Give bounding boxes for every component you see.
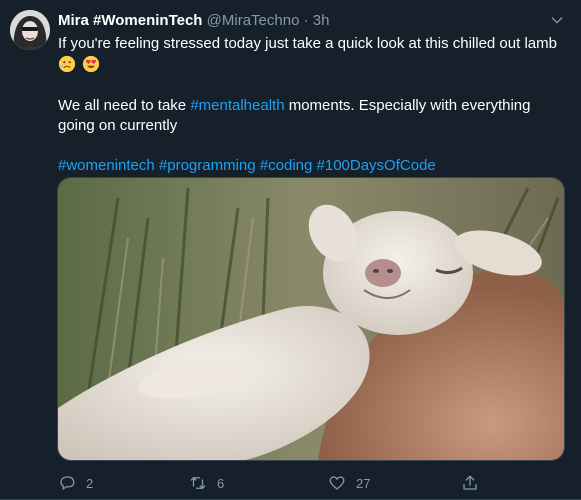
- hashtag-row: #womenintech #programming #coding #100Da…: [58, 156, 568, 176]
- tweet-actions: 2 6 27: [58, 472, 538, 494]
- hashtag-programming[interactable]: #programming: [159, 157, 256, 174]
- like-button[interactable]: 27: [328, 472, 370, 494]
- tweet-header: Mira #WomeninTech @MiraTechno · 3h: [58, 12, 329, 30]
- tweet-text: If you're feeling stressed today just ta…: [58, 34, 568, 176]
- separator: ·: [303, 12, 309, 29]
- retweet-icon: [190, 477, 206, 489]
- chevron-down-icon[interactable]: [549, 12, 565, 28]
- avatar-image: [10, 10, 50, 50]
- hashtag-100daysofcode[interactable]: #100DaysOfCode: [317, 157, 436, 174]
- display-name[interactable]: Mira #WomeninTech: [58, 12, 202, 29]
- heart-icon: [329, 476, 345, 490]
- handle[interactable]: @MiraTechno: [207, 12, 300, 29]
- tweet-line-2: We all need to take #mentalhealth moment…: [58, 96, 568, 136]
- sad-tear-emoji-icon: [58, 55, 76, 73]
- share-icon: [463, 475, 477, 490]
- hashtag-womenintech[interactable]: #womenintech: [58, 157, 155, 174]
- hashtag-coding[interactable]: #coding: [260, 157, 313, 174]
- tweet-line-1-text: If you're feeling stressed today just ta…: [58, 35, 557, 52]
- reply-count: 2: [86, 475, 94, 491]
- heart-eyes-emoji-icon: [83, 55, 100, 73]
- tweet[interactable]: Mira #WomeninTech @MiraTechno · 3h If yo…: [0, 0, 581, 500]
- share-button[interactable]: [461, 472, 489, 494]
- like-count: 27: [356, 475, 371, 491]
- reply-icon: [60, 476, 75, 490]
- line2-prefix: We all need to take: [58, 97, 191, 114]
- retweet-count: 6: [217, 475, 225, 491]
- tweet-media[interactable]: [57, 177, 565, 461]
- timestamp[interactable]: 3h: [313, 12, 330, 29]
- reply-button[interactable]: 2: [58, 472, 93, 494]
- hashtag-mentalhealth[interactable]: #mentalhealth: [190, 97, 284, 114]
- lamb-photo: [58, 178, 564, 460]
- retweet-button[interactable]: 6: [189, 472, 224, 494]
- emoji-row: [58, 54, 568, 76]
- avatar[interactable]: [10, 10, 50, 50]
- tweet-line-1: If you're feeling stressed today just ta…: [58, 34, 568, 54]
